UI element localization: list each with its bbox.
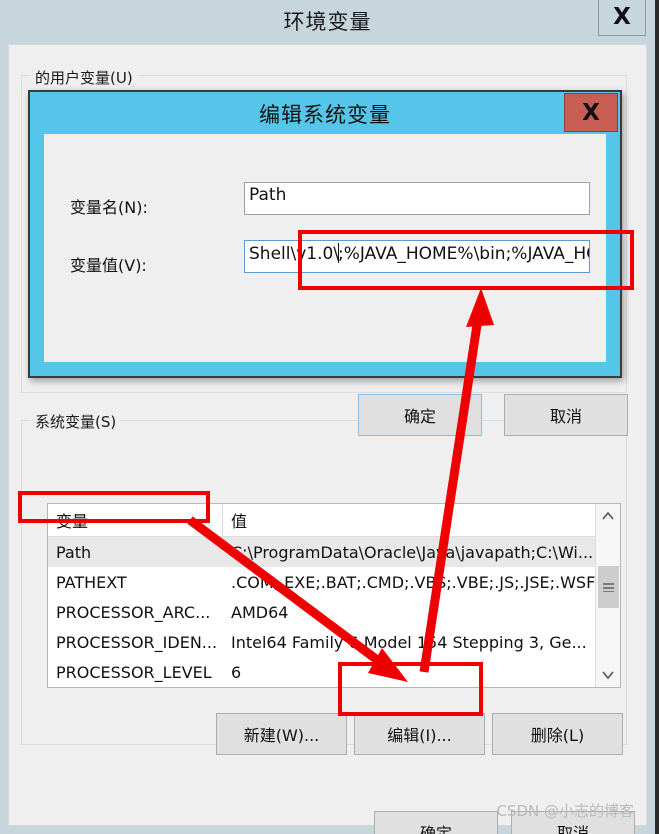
cell-variable-value: .COM;.EXE;.BAT;.CMD;.VBS;.VBE;.JS;.JSE;.… bbox=[231, 572, 620, 592]
edit-variable-button[interactable]: 编辑(I)... bbox=[354, 713, 485, 755]
watermark: CSDN @小志的博客 bbox=[496, 802, 634, 820]
table-row[interactable]: PROCESSOR_ARC... AMD64 bbox=[48, 597, 620, 627]
cell-variable-name: PROCESSOR_ARC... bbox=[56, 602, 211, 622]
annotation-rect-edit-button bbox=[338, 662, 483, 716]
variable-value-label: 变量值(V): bbox=[70, 256, 147, 275]
cell-variable-name: PATHEXT bbox=[56, 572, 127, 592]
cell-variable-value: Intel64 Family 6 Model 154 Stepping 3, G… bbox=[231, 632, 587, 652]
table-row[interactable]: Path C:\ProgramData\Oracle\Java\javapath… bbox=[48, 537, 620, 567]
delete-variable-button[interactable]: 删除(L) bbox=[492, 713, 623, 755]
dialog-title: 编辑系统变量 bbox=[259, 103, 391, 127]
table-scrollbar[interactable] bbox=[595, 504, 620, 687]
dialog-cancel-button[interactable]: 取消 bbox=[504, 394, 628, 436]
screenshot-root: 环境变量 X 的用户变量(U) 系统变量(S) 变量 值 Path C:\Pro… bbox=[0, 0, 659, 834]
cell-variable-value: C:\ProgramData\Oracle\Java\javapath;C:\W… bbox=[231, 542, 594, 562]
dialog-ok-button[interactable]: 确定 bbox=[358, 394, 482, 436]
annotation-rect-value-field bbox=[298, 230, 634, 290]
user-variables-group-label: 的用户变量(U) bbox=[31, 67, 137, 88]
new-variable-button[interactable]: 新建(W)... bbox=[216, 713, 347, 755]
inner-titlebar: 编辑系统变量 X bbox=[30, 92, 620, 134]
variable-name-label: 变量名(N): bbox=[70, 198, 148, 217]
cell-variable-name: PROCESSOR_LEVEL bbox=[56, 662, 212, 682]
annotation-rect-path-row bbox=[18, 491, 210, 523]
cell-variable-name: Path bbox=[56, 542, 92, 562]
table-row[interactable]: PROCESSOR_LEVEL 6 bbox=[48, 657, 620, 687]
system-variables-table[interactable]: 变量 值 Path C:\ProgramData\Oracle\Java\jav… bbox=[47, 503, 621, 688]
column-header-value[interactable]: 值 bbox=[223, 504, 620, 536]
close-icon[interactable]: X bbox=[598, 0, 646, 36]
variable-name-input[interactable]: Path bbox=[244, 182, 590, 215]
ok-button[interactable]: 确定 bbox=[374, 811, 498, 834]
outer-titlebar: 环境变量 X bbox=[0, 0, 655, 44]
scrollbar-thumb[interactable] bbox=[598, 566, 619, 608]
chevron-down-icon[interactable] bbox=[596, 663, 620, 687]
table-row[interactable]: PATHEXT .COM;.EXE;.BAT;.CMD;.VBS;.VBE;.J… bbox=[48, 567, 620, 597]
chevron-up-icon[interactable] bbox=[596, 504, 620, 528]
system-variables-group-label: 系统变量(S) bbox=[31, 411, 121, 432]
grip-icon bbox=[603, 582, 614, 592]
cell-variable-name: PROCESSOR_IDEN... bbox=[56, 632, 218, 652]
cell-variable-value: AMD64 bbox=[231, 602, 289, 622]
table-row[interactable]: PROCESSOR_IDEN... Intel64 Family 6 Model… bbox=[48, 627, 620, 657]
page-title: 环境变量 bbox=[283, 10, 372, 34]
close-icon[interactable]: X bbox=[564, 93, 618, 132]
